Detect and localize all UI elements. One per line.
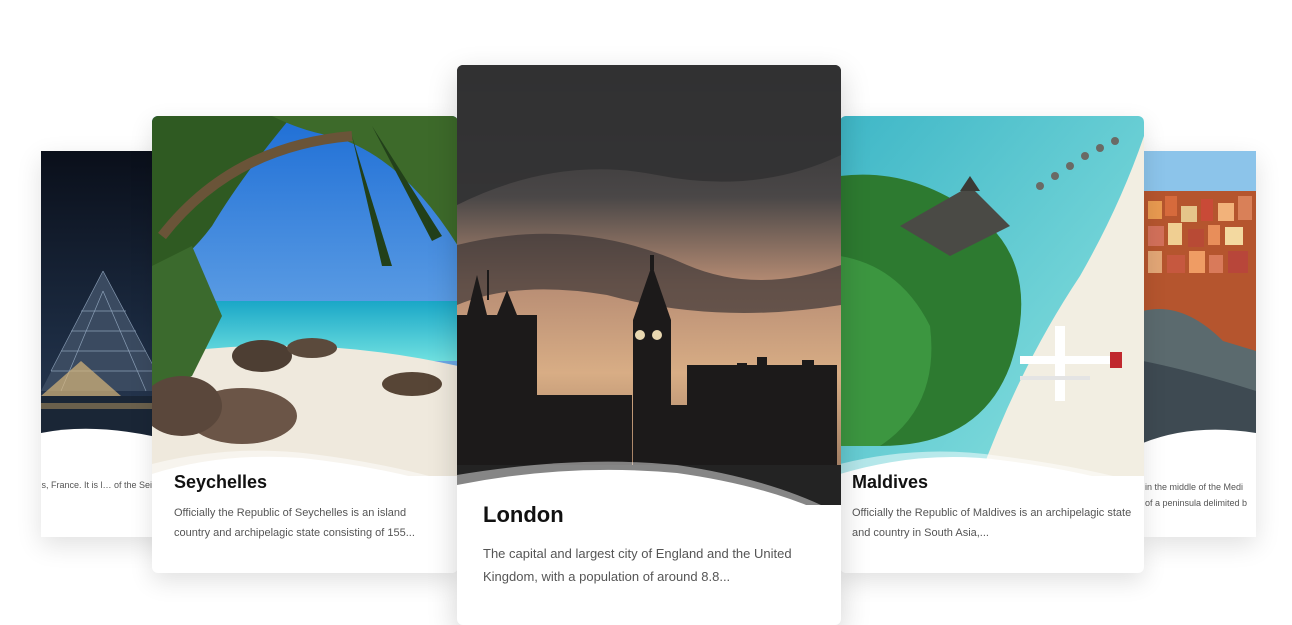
card-title: London <box>483 502 564 527</box>
card-description-line-1: in the middle of the Medi <box>1145 482 1244 492</box>
card-title: Maldives <box>852 472 929 492</box>
italy-coastal-village-photo <box>1143 151 1256 451</box>
carousel-card-maldives[interactable]: Maldives Officially the Republic of Mald… <box>840 116 1144 573</box>
card-description: The capital and largest city of England … <box>483 546 792 584</box>
carousel-card-london[interactable]: London The capital and largest city of E… <box>457 65 841 625</box>
card-description: Officially the Republic of Maldives is a… <box>852 507 1132 539</box>
maldives-island-photo <box>840 116 1144 476</box>
carousel-card-italy[interactable]: in the middle of the Medi of a peninsula… <box>1143 151 1256 537</box>
london-big-ben-photo <box>457 65 841 505</box>
seychelles-beach-photo <box>152 116 458 476</box>
card-title: Seychelles <box>174 472 268 492</box>
carousel-card-seychelles[interactable]: Seychelles Officially the Republic of Se… <box>152 116 458 573</box>
card-wave-divider <box>1143 429 1256 461</box>
card-description: Officially the Republic of Seychelles is… <box>174 507 415 539</box>
card-description-line-2: of a peninsula delimited b <box>1145 498 1248 508</box>
